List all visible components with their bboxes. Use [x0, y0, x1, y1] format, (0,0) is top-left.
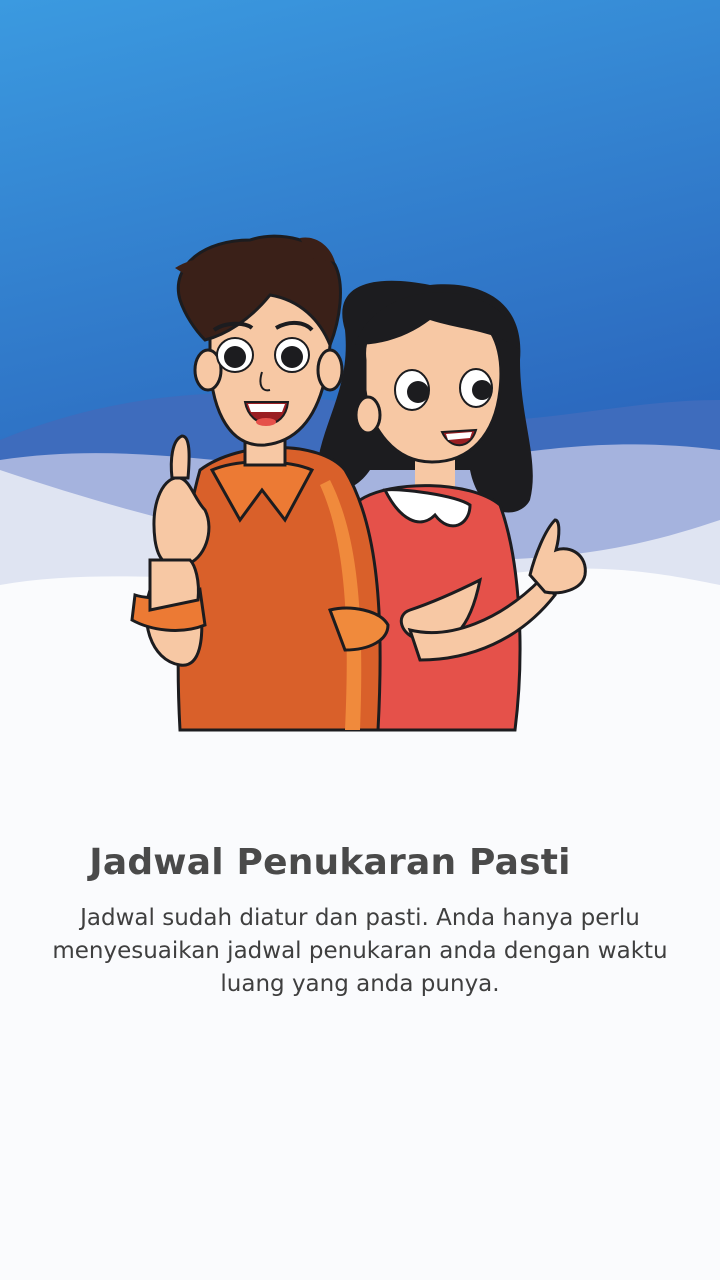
onboarding-title: Jadwal Penukaran Pasti — [89, 842, 571, 883]
hero-illustration — [0, 0, 720, 760]
onboarding-content: Jadwal Penukaran Pasti Jadwal sudah diat… — [0, 836, 720, 1001]
onboarding-description: Jadwal sudah diatur dan pasti. Anda hany… — [52, 905, 668, 997]
onboarding-screen: Jadwal Penukaran Pasti Jadwal sudah diat… — [0, 0, 720, 1280]
